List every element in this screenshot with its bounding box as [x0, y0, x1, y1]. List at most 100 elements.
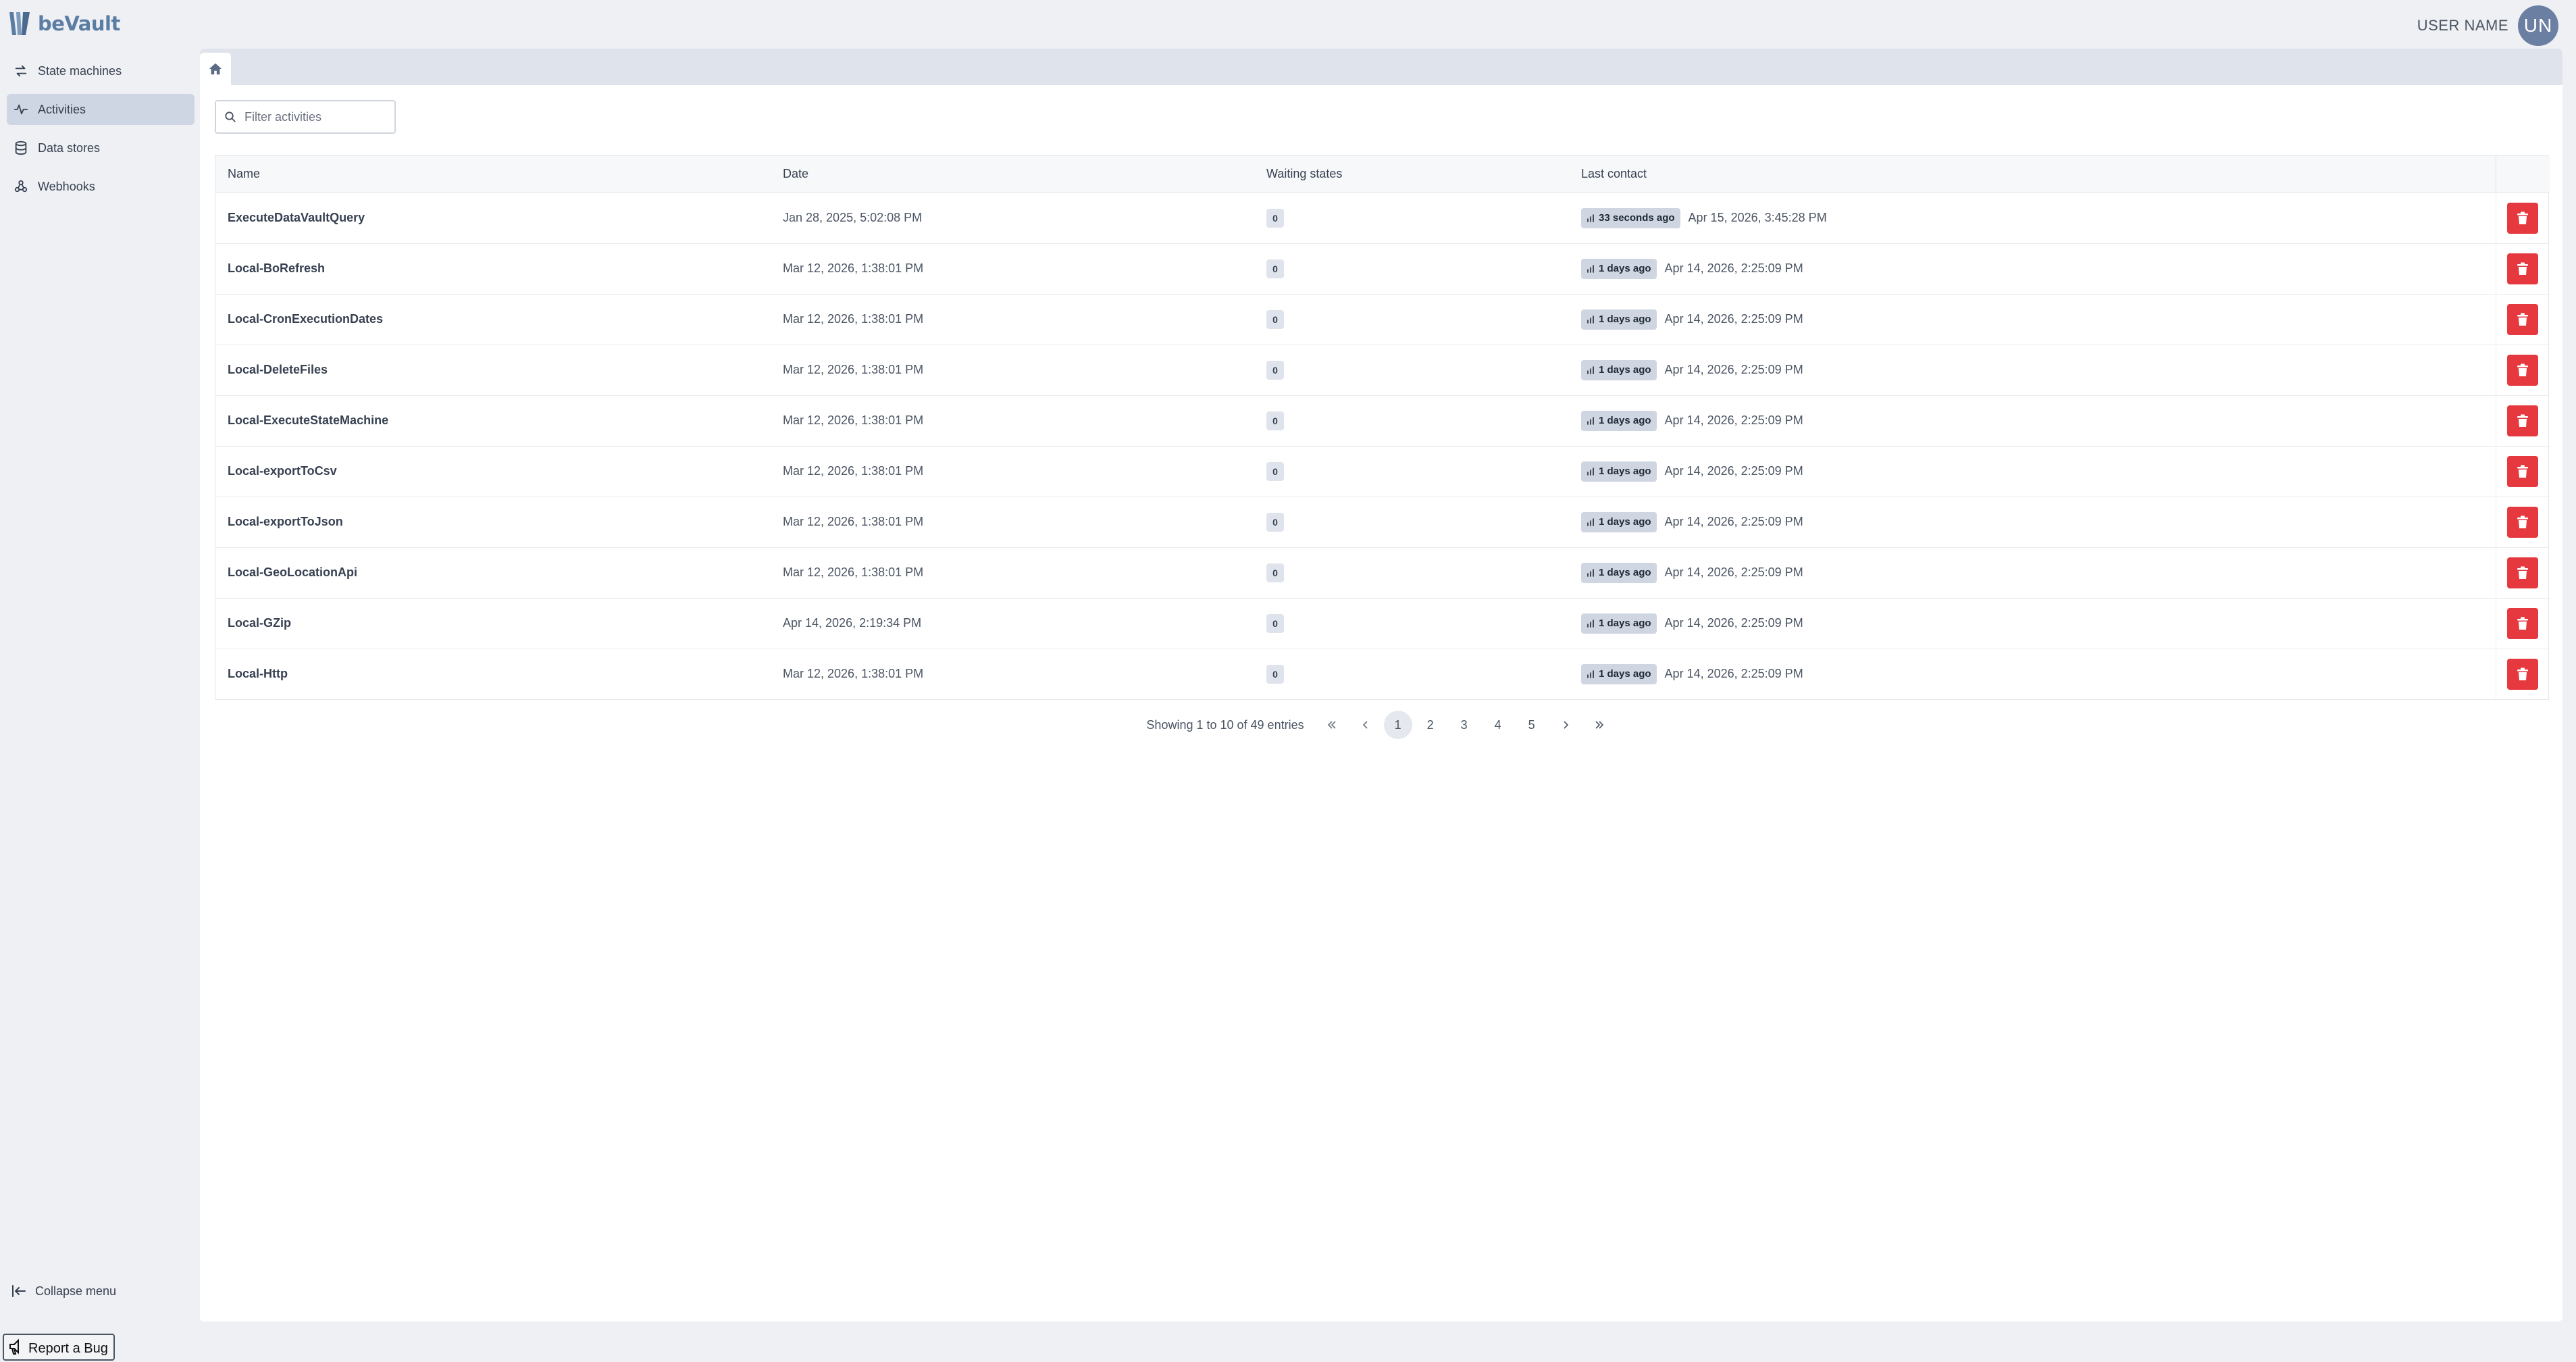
main-panel: Name Date Waiting states Last contact Ex…	[200, 49, 2562, 1321]
waiting-states-badge: 0	[1266, 411, 1284, 430]
sidebar-item-state-machines[interactable]: State machines	[7, 55, 195, 86]
delete-activity-button[interactable]	[2507, 455, 2539, 487]
actions-cell	[2495, 395, 2550, 447]
last-contact-ago: 33 seconds ago	[1599, 212, 1675, 224]
table-row[interactable]: Local-exportToJson Mar 12, 2026, 1:38:01 …	[215, 497, 2550, 548]
trash-icon	[2517, 667, 2529, 680]
activity-date: Mar 12, 2026, 1:38:01 PM	[771, 446, 1254, 497]
report-bug-button[interactable]: Report a Bug	[3, 1334, 115, 1361]
last-contact-cell: 1 days ago Apr 14, 2026, 2:25:09 PM	[1569, 243, 2496, 295]
activity-name[interactable]: ExecuteDataVaultQuery	[215, 193, 771, 244]
page-numbers: 12345	[1383, 711, 1549, 739]
last-contact-badge: 1 days ago	[1581, 613, 1657, 634]
column-header-name[interactable]: Name	[215, 156, 771, 193]
last-contact-date: Apr 14, 2026, 2:25:09 PM	[1664, 565, 1803, 579]
next-page-button[interactable]	[1550, 711, 1581, 739]
collapse-menu-button[interactable]: Collapse menu	[11, 1284, 116, 1298]
last-contact-cell: 33 seconds ago Apr 15, 2026, 3:45:28 PM	[1569, 193, 2496, 244]
delete-activity-button[interactable]	[2507, 557, 2539, 588]
page-button-2[interactable]: 2	[1415, 711, 1446, 739]
table-row[interactable]: Local-CronExecutionDates Mar 12, 2026, 1:…	[215, 294, 2550, 345]
table-row[interactable]: Local-ExecuteStateMachine Mar 12, 2026, 1…	[215, 395, 2550, 447]
activity-date: Mar 12, 2026, 1:38:01 PM	[771, 345, 1254, 396]
waiting-states-cell: 0	[1254, 446, 1569, 497]
last-contact-badge: 1 days ago	[1581, 359, 1657, 380]
activity-name[interactable]: Local-GeoLocationApi	[215, 547, 771, 599]
delete-activity-button[interactable]	[2507, 202, 2539, 234]
home-icon	[209, 63, 222, 75]
avatar-initials: UN	[2523, 15, 2553, 36]
delete-activity-button[interactable]	[2507, 354, 2539, 386]
actions-cell	[2495, 193, 2550, 244]
actions-cell	[2495, 446, 2550, 497]
table-row[interactable]: Local-BoRefresh Mar 12, 2026, 1:38:01 PM 0…	[215, 243, 2550, 295]
last-contact-ago: 1 days ago	[1599, 668, 1651, 680]
signal-icon	[1587, 213, 1594, 222]
delete-activity-button[interactable]	[2507, 405, 2539, 436]
table-row[interactable]: ExecuteDataVaultQuery Jan 28, 2025, 5:02:…	[215, 193, 2550, 244]
column-header-date[interactable]: Date	[771, 156, 1254, 193]
waiting-states-badge: 0	[1266, 563, 1284, 582]
sidebar-nav: State machines Activities Data stores We…	[7, 55, 195, 209]
activity-name[interactable]: Local-CronExecutionDates	[215, 294, 771, 345]
activity-name[interactable]: Local-ExecuteStateMachine	[215, 395, 771, 447]
waiting-states-badge: 0	[1266, 512, 1284, 532]
sidebar-item-data-stores[interactable]: Data stores	[7, 132, 195, 163]
activity-name[interactable]: Local-exportToCsv	[215, 446, 771, 497]
activity-date: Mar 12, 2026, 1:38:01 PM	[771, 243, 1254, 295]
table-row[interactable]: Local-GeoLocationApi Mar 12, 2026, 1:38:0…	[215, 547, 2550, 599]
trash-icon	[2517, 363, 2529, 376]
chevrons-left-icon	[1327, 721, 1336, 729]
previous-page-button[interactable]	[1350, 711, 1381, 739]
last-contact-badge: 1 days ago	[1581, 663, 1657, 684]
last-contact-cell: 1 days ago Apr 14, 2026, 2:25:09 PM	[1569, 547, 2496, 599]
activity-name[interactable]: Local-Http	[215, 649, 771, 699]
page-button-3[interactable]: 3	[1449, 711, 1480, 739]
column-header-waiting-states[interactable]: Waiting states	[1254, 156, 1569, 193]
filter-activities-input[interactable]	[243, 109, 378, 125]
page-button-1[interactable]: 1	[1383, 711, 1412, 739]
table-row[interactable]: Local-exportToCsv Mar 12, 2026, 1:38:01 P…	[215, 446, 2550, 497]
table-header-row: Name Date Waiting states Last contact	[215, 156, 2550, 193]
actions-cell	[2495, 598, 2550, 649]
user-menu[interactable]: USER NAME UN	[2417, 5, 2558, 46]
last-contact-cell: 1 days ago Apr 14, 2026, 2:25:09 PM	[1569, 649, 2496, 699]
avatar[interactable]: UN	[2518, 5, 2558, 46]
signal-icon	[1587, 568, 1594, 577]
signal-icon	[1587, 365, 1594, 374]
last-contact-ago: 1 days ago	[1599, 313, 1651, 325]
page-button-5[interactable]: 5	[1516, 711, 1547, 739]
filter-box	[215, 100, 396, 134]
sidebar-item-webhooks[interactable]: Webhooks	[7, 171, 195, 202]
activity-name[interactable]: Local-DeleteFiles	[215, 345, 771, 396]
app-logo[interactable]: beVault	[7, 9, 120, 38]
last-contact-cell: 1 days ago Apr 14, 2026, 2:25:09 PM	[1569, 395, 2496, 447]
last-contact-date: Apr 14, 2026, 2:25:09 PM	[1664, 413, 1803, 427]
last-contact-badge: 1 days ago	[1581, 410, 1657, 431]
sidebar-item-activities[interactable]: Activities	[7, 94, 195, 125]
table-row[interactable]: Local-GZip Apr 14, 2026, 2:19:34 PM 0 1 day…	[215, 598, 2550, 649]
last-contact-badge: 1 days ago	[1581, 511, 1657, 532]
column-header-last-contact[interactable]: Last contact	[1569, 156, 2496, 193]
activity-name[interactable]: Local-exportToJson	[215, 497, 771, 548]
table-row[interactable]: Local-DeleteFiles Mar 12, 2026, 1:38:01 P…	[215, 345, 2550, 396]
waiting-states-cell: 0	[1254, 345, 1569, 396]
page-button-4[interactable]: 4	[1483, 711, 1514, 739]
bug-report-icon	[9, 1338, 19, 1355]
breadcrumb-home[interactable]	[200, 53, 231, 85]
search-icon	[225, 111, 236, 122]
delete-activity-button[interactable]	[2507, 253, 2539, 284]
actions-cell	[2495, 345, 2550, 396]
delete-activity-button[interactable]	[2507, 506, 2539, 538]
delete-activity-button[interactable]	[2507, 303, 2539, 335]
trash-icon	[2517, 211, 2529, 224]
last-page-button[interactable]	[1584, 711, 1615, 739]
chevrons-right-icon	[1595, 721, 1603, 729]
activity-name[interactable]: Local-BoRefresh	[215, 243, 771, 295]
first-page-button[interactable]	[1316, 711, 1347, 739]
delete-activity-button[interactable]	[2507, 658, 2539, 690]
last-contact-cell: 1 days ago Apr 14, 2026, 2:25:09 PM	[1569, 345, 2496, 396]
delete-activity-button[interactable]	[2507, 607, 2539, 639]
table-row[interactable]: Local-Http Mar 12, 2026, 1:38:01 PM 0 1 day…	[215, 649, 2550, 699]
activity-name[interactable]: Local-GZip	[215, 598, 771, 649]
